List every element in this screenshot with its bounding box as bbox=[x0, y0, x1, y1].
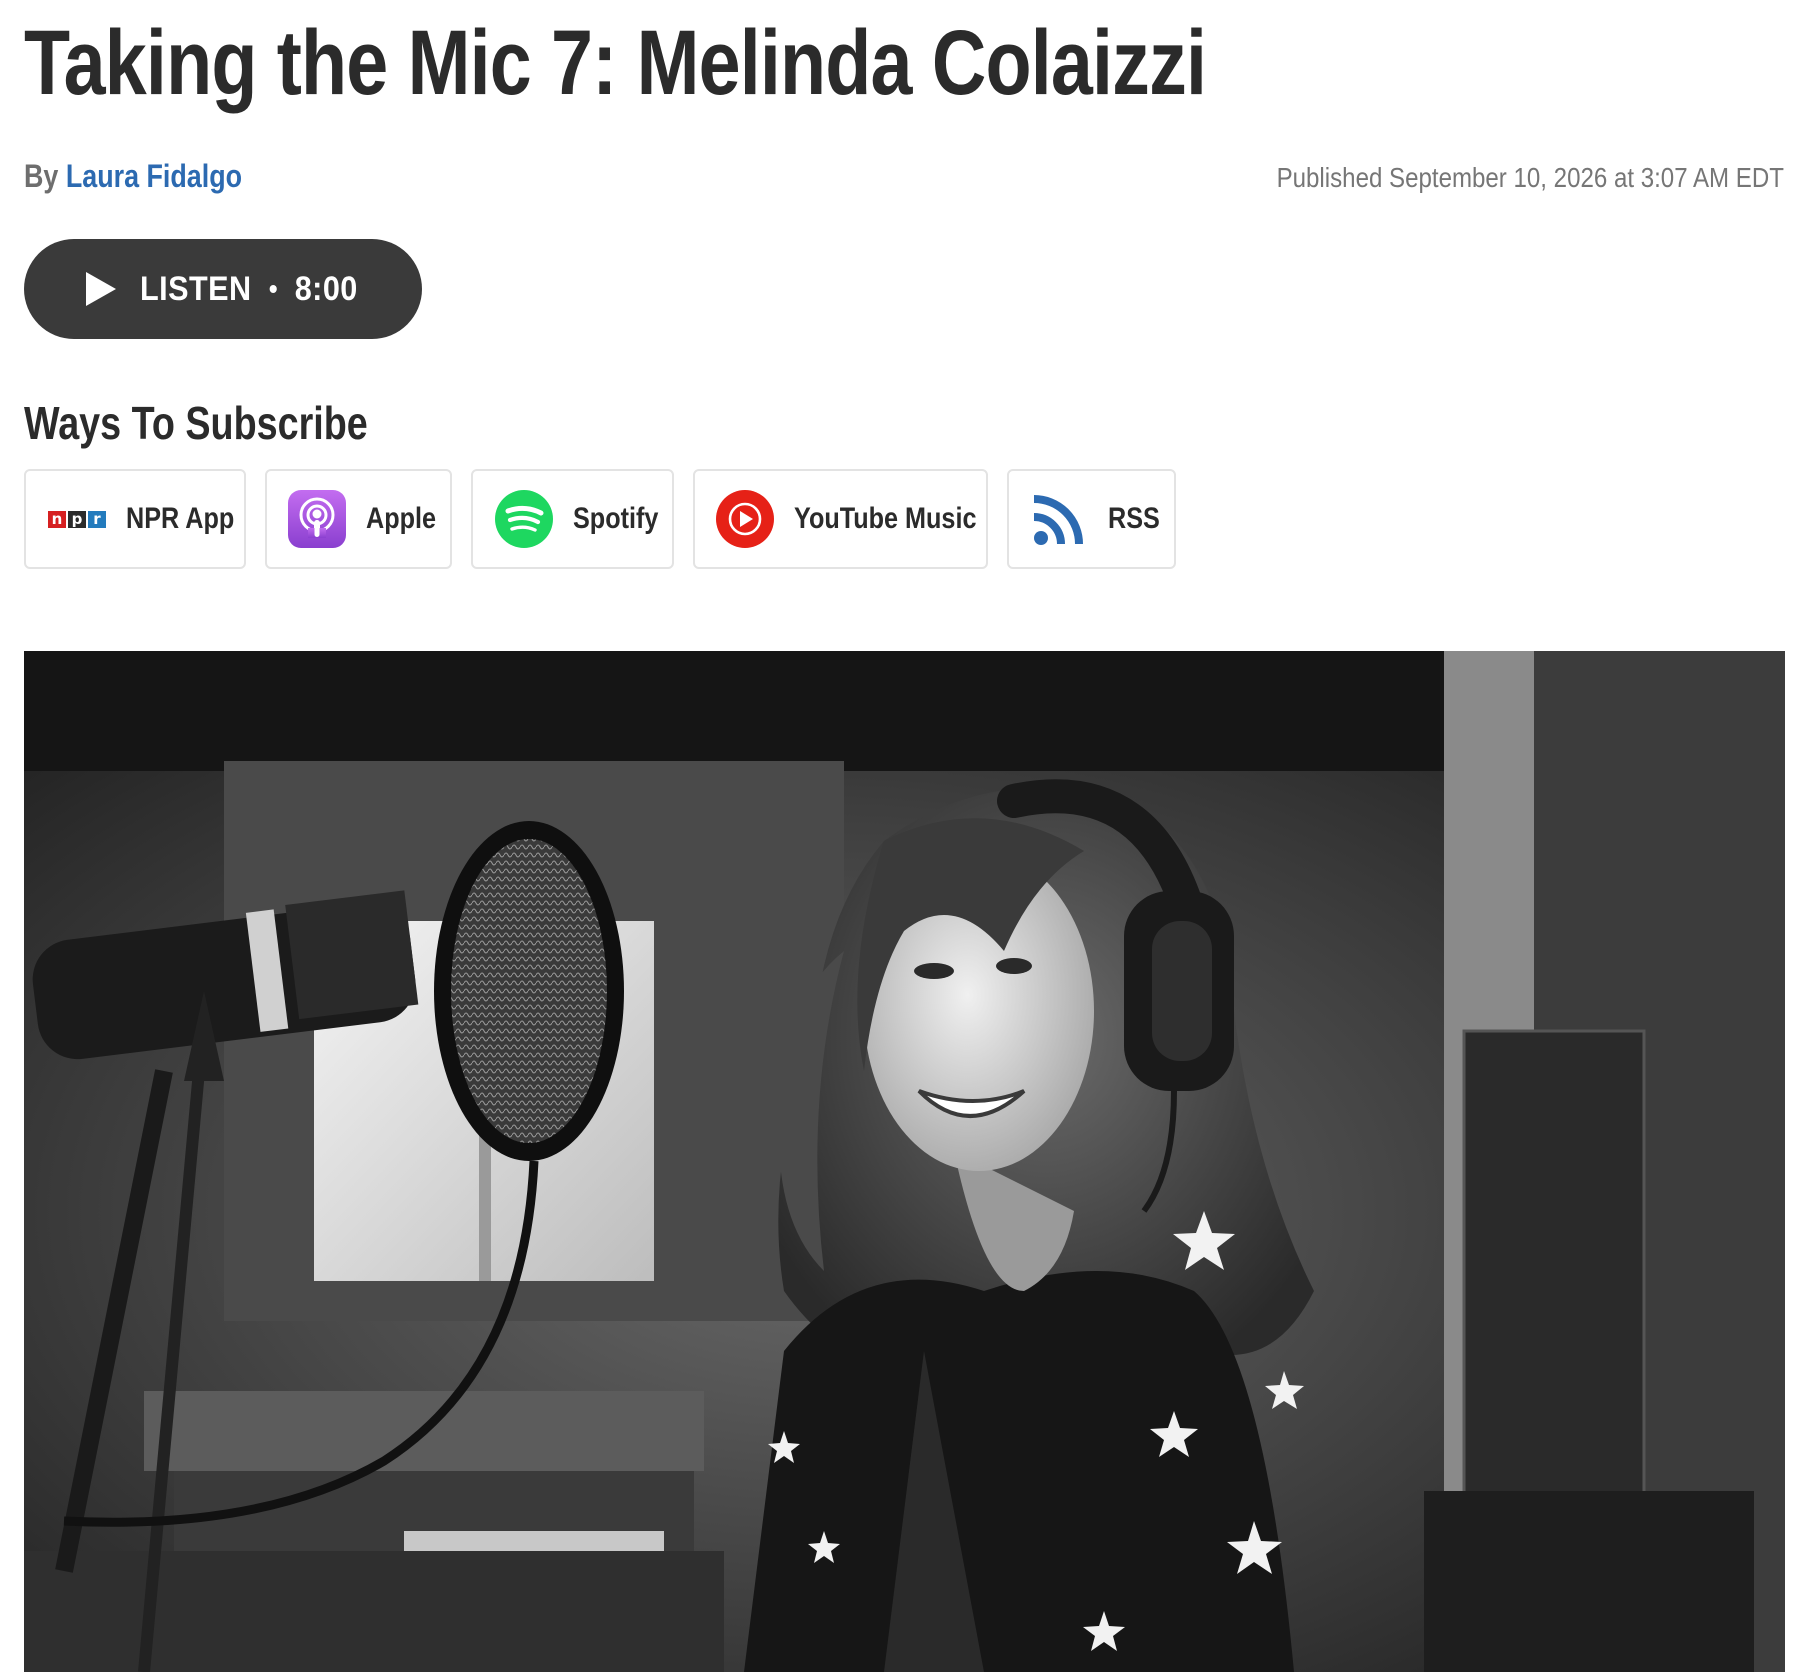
byline: By Laura Fidalgo bbox=[24, 158, 242, 195]
byline-prefix: By bbox=[24, 158, 59, 194]
npr-logo-p: p bbox=[67, 509, 87, 529]
article-title: Taking the Mic 7: Melinda Colaizzi bbox=[24, 12, 1207, 114]
play-icon bbox=[86, 272, 116, 306]
hero-photo bbox=[24, 651, 1785, 1672]
spotify-icon bbox=[495, 490, 553, 548]
listen-label: LISTEN bbox=[140, 269, 252, 308]
npr-logo-n: n bbox=[47, 509, 67, 529]
npr-logo-r: r bbox=[87, 509, 107, 529]
listen-button[interactable]: LISTEN 8:00 bbox=[24, 239, 422, 339]
subscribe-npr-app-label: NPR App bbox=[126, 502, 235, 535]
subscribe-apple-label: Apple bbox=[366, 502, 437, 535]
subscribe-spotify-label: Spotify bbox=[573, 502, 659, 535]
apple-podcasts-icon bbox=[288, 490, 346, 548]
subscribe-youtube-music-button[interactable]: YouTube Music bbox=[693, 469, 988, 569]
subscribe-rss-label: RSS bbox=[1108, 502, 1160, 535]
published-date: Published September 10, 2026 at 3:07 AM … bbox=[1276, 162, 1784, 193]
subscribe-heading: Ways To Subscribe bbox=[24, 397, 368, 449]
hero-photo-illustration bbox=[24, 651, 1785, 1672]
rss-icon bbox=[1033, 495, 1083, 545]
listen-text: LISTEN 8:00 bbox=[140, 270, 358, 309]
subscribe-rss-button[interactable]: RSS bbox=[1007, 469, 1176, 569]
npr-logo-icon: n p r bbox=[47, 509, 107, 529]
subscribe-npr-app-button[interactable]: n p r NPR App bbox=[24, 469, 246, 569]
subscribe-apple-button[interactable]: Apple bbox=[265, 469, 452, 569]
listen-duration: 8:00 bbox=[294, 269, 358, 308]
separator-dot bbox=[269, 285, 277, 293]
author-link[interactable]: Laura Fidalgo bbox=[66, 158, 242, 194]
subscribe-spotify-button[interactable]: Spotify bbox=[471, 469, 674, 569]
youtube-music-icon bbox=[716, 490, 774, 548]
article-page: Taking the Mic 7: Melinda Colaizzi By La… bbox=[0, 0, 1808, 1672]
subscribe-youtube-music-label: YouTube Music bbox=[794, 502, 977, 535]
